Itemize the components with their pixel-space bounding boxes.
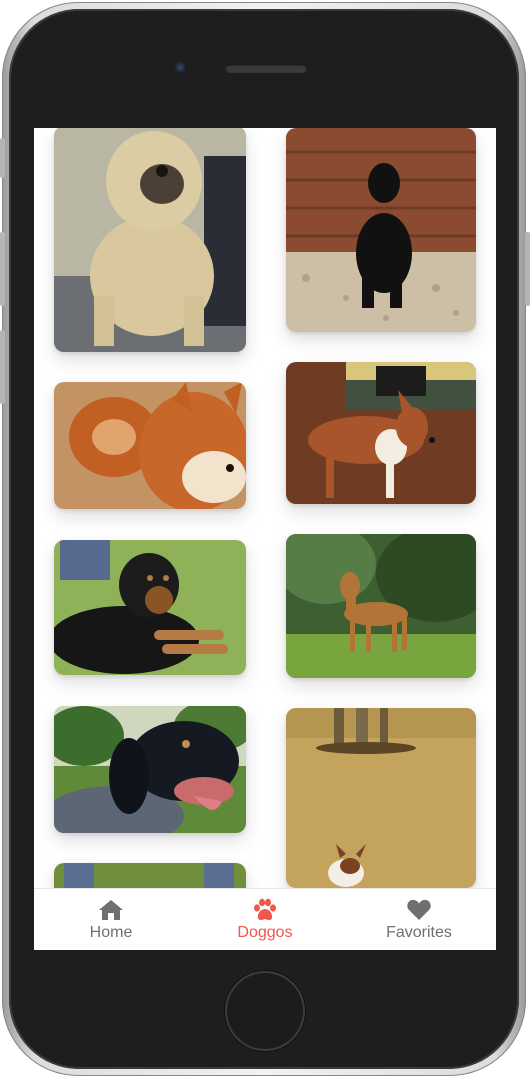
volume-up-button (0, 232, 5, 306)
front-camera (174, 61, 188, 75)
dog-photo-card[interactable] (54, 706, 246, 833)
dog-photo-card[interactable] (286, 708, 476, 888)
dog-photo-card[interactable] (54, 382, 246, 509)
dog-photo-card[interactable] (54, 128, 246, 352)
dog-photo-card[interactable] (286, 534, 476, 678)
dog-photo-card[interactable] (286, 362, 476, 504)
dog-photo (286, 534, 476, 678)
tab-doggos[interactable]: Doggos (188, 889, 342, 950)
dog-photo (286, 362, 476, 504)
dog-photo-card[interactable] (286, 128, 476, 332)
dog-photo (54, 128, 246, 352)
tab-home[interactable]: Home (34, 889, 188, 950)
dog-photo (54, 382, 246, 509)
tab-favorites[interactable]: Favorites (342, 889, 496, 950)
dog-photo (286, 128, 476, 332)
dog-photo (54, 540, 246, 675)
tab-home-label: Home (89, 924, 133, 941)
dog-photo (54, 706, 246, 833)
dog-photo-card[interactable] (54, 540, 246, 675)
bottom-tab-bar: Home Doggos Favorites (34, 888, 496, 950)
tab-favorites-label: Favorites (386, 924, 452, 941)
volume-down-button (0, 330, 5, 404)
dog-photo (286, 708, 476, 888)
dog-photo (54, 863, 246, 888)
heart-icon (407, 899, 431, 920)
dog-photo-grid[interactable] (34, 128, 496, 888)
dog-photo-card[interactable] (54, 863, 246, 888)
home-icon (99, 900, 123, 920)
app-screen: Home Doggos Favorites (34, 128, 496, 950)
home-button[interactable] (225, 971, 305, 1051)
earpiece-speaker (225, 64, 307, 73)
mute-switch (0, 138, 5, 178)
tab-doggos-label: Doggos (237, 924, 293, 941)
power-button (525, 232, 530, 306)
paw-icon (254, 898, 276, 920)
